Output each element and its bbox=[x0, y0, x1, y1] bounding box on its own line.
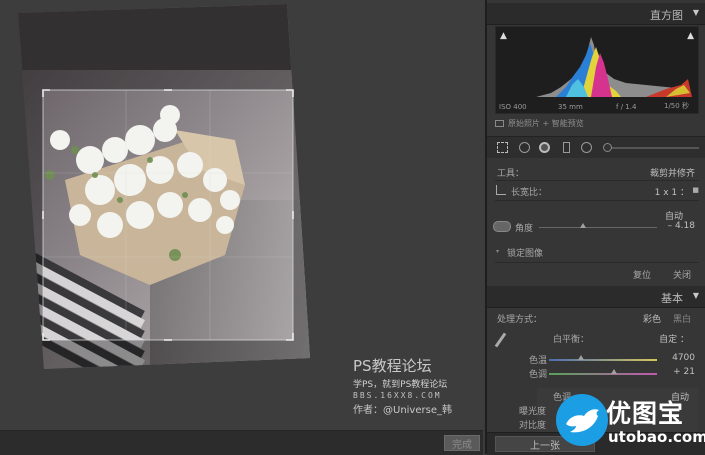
radial-filter-icon[interactable] bbox=[581, 142, 592, 153]
tool-label: 工具： bbox=[497, 169, 525, 179]
histogram-title: 直方图 bbox=[650, 9, 683, 22]
watermark-title: PS教程论坛 bbox=[353, 357, 432, 375]
tint-slider-knob[interactable] bbox=[610, 369, 617, 374]
exif-iso: ISO 400 bbox=[499, 103, 527, 111]
lock-icon[interactable]: ■ bbox=[692, 186, 699, 194]
develop-panel: 直方图 ▼ ▲ ▲ ISO 400 35 mm f / 1.4 1/50 秒 原… bbox=[485, 0, 705, 455]
crop-frame-icon[interactable] bbox=[496, 185, 506, 195]
logo-url: utobao.com bbox=[608, 428, 705, 446]
done-button[interactable]: 完成 bbox=[444, 435, 480, 451]
exif-aperture: f / 1.4 bbox=[616, 103, 637, 111]
exif-focal: 35 mm bbox=[558, 103, 583, 111]
aspect-value[interactable]: 1 x 1 ： bbox=[655, 185, 689, 198]
angle-slider[interactable] bbox=[539, 227, 657, 228]
site-logo: 优图宝 utobao.com bbox=[556, 392, 705, 454]
brush-slider[interactable] bbox=[607, 147, 699, 149]
preview-icon bbox=[495, 120, 504, 127]
tint-slider[interactable] bbox=[549, 373, 657, 375]
temp-label: 色温 bbox=[529, 356, 548, 366]
checkbox-icon[interactable]: ▾ bbox=[496, 248, 499, 255]
straighten-tool-icon[interactable] bbox=[493, 221, 511, 232]
aspect-label: 长宽比： bbox=[511, 188, 548, 198]
logo-name: 优图宝 bbox=[606, 399, 685, 428]
treatment-bw[interactable]: 黑白 bbox=[673, 312, 691, 325]
logo-badge bbox=[556, 394, 608, 446]
angle-value[interactable]: – 4.18 bbox=[668, 221, 695, 231]
angle-slider-knob[interactable] bbox=[579, 223, 586, 228]
temp-value[interactable]: 4700 bbox=[672, 353, 695, 363]
exif-shutter: 1/50 秒 bbox=[664, 102, 689, 110]
tint-label: 色调 bbox=[529, 370, 548, 380]
smart-preview-status: 原始照片 + 智能预览 bbox=[495, 118, 584, 129]
tool-name: 裁剪并修齐 bbox=[649, 169, 695, 179]
red-eye-icon[interactable] bbox=[539, 142, 550, 153]
brush-slider-knob[interactable] bbox=[603, 143, 612, 152]
collapse-arrow-icon[interactable]: ▼ bbox=[693, 291, 699, 300]
shadow-clipping-icon[interactable]: ▲ bbox=[500, 31, 507, 41]
contrast-label: 对比度 bbox=[519, 421, 547, 431]
bird-icon bbox=[566, 409, 599, 433]
watermark-author: 作者：@Universe_韩 bbox=[353, 405, 452, 416]
histogram: ▲ ▲ ISO 400 35 mm f / 1.4 1/50 秒 bbox=[495, 26, 699, 114]
treatment-color[interactable]: 彩色 bbox=[643, 312, 661, 325]
tool-strip bbox=[487, 136, 705, 160]
reset-button[interactable]: 复位 bbox=[633, 268, 651, 281]
divider bbox=[495, 180, 699, 181]
temp-slider[interactable] bbox=[549, 359, 657, 361]
basic-title: 基本 bbox=[661, 292, 683, 305]
collapse-arrow-icon[interactable]: ▼ bbox=[693, 8, 699, 17]
wb-value[interactable]: 自定 ： bbox=[659, 332, 689, 345]
angle-label: 角度 bbox=[515, 224, 534, 234]
preview-label: 原始照片 + 智能预览 bbox=[508, 119, 584, 128]
divider bbox=[495, 200, 699, 201]
treatment-label: 处理方式： bbox=[497, 315, 543, 325]
watermark: PS教程论坛 学PS，就到PS教程论坛 BBS.16XX8.COM 作者：@Un… bbox=[353, 355, 463, 416]
histogram-header[interactable]: 直方图 ▼ bbox=[487, 3, 705, 25]
divider bbox=[495, 262, 699, 263]
tint-value[interactable]: + 21 bbox=[673, 367, 695, 377]
watermark-subtitle: 学PS，就到PS教程论坛 bbox=[353, 380, 448, 390]
canvas-toolbar bbox=[0, 430, 483, 455]
constrain-label[interactable]: 锁定图像 bbox=[507, 246, 543, 259]
exposure-label: 曝光度 bbox=[519, 407, 547, 417]
wb-label: 白平衡： bbox=[553, 335, 590, 345]
basic-header[interactable]: 基本 ▼ bbox=[487, 286, 705, 308]
temp-slider-knob[interactable] bbox=[578, 355, 585, 360]
spot-removal-icon[interactable] bbox=[519, 142, 530, 153]
crop-panel: 工具： 裁剪并修齐 长宽比： 1 x 1 ： ■ 自动 角度 – 4.18 ▾ … bbox=[487, 158, 705, 286]
watermark-site: BBS.16XX8.COM bbox=[353, 391, 442, 400]
photo-canvas: PS教程论坛 学PS，就到PS教程论坛 BBS.16XX8.COM 作者：@Un… bbox=[0, 0, 483, 455]
close-button[interactable]: 关闭 bbox=[673, 268, 691, 281]
graduated-filter-icon[interactable] bbox=[563, 142, 570, 153]
crop-overlay-icon[interactable] bbox=[497, 142, 508, 153]
eyedropper-icon[interactable] bbox=[494, 332, 507, 348]
highlight-clipping-icon[interactable]: ▲ bbox=[687, 31, 694, 41]
